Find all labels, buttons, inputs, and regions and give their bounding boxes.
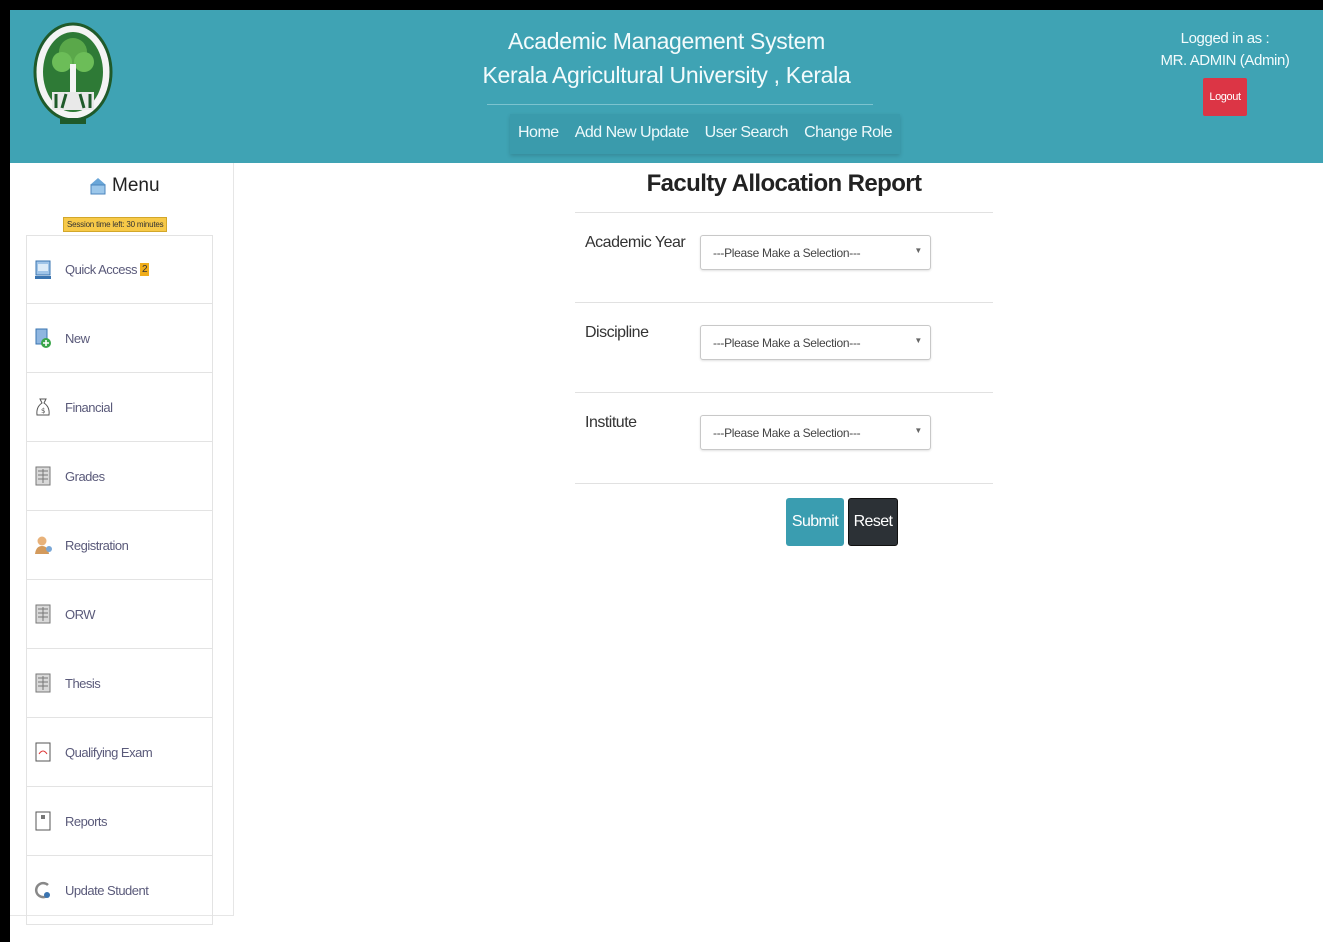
sidebar: Menu Session time left: 30 minutes Quick… — [10, 163, 234, 925]
discipline-select[interactable]: ---Please Make a Selection--- ▼ — [700, 325, 931, 360]
user-name: MR. ADMIN (Admin) — [1160, 52, 1290, 69]
header: Academic Management System Kerala Agricu… — [10, 10, 1323, 163]
sidebar-item-new[interactable]: New — [26, 304, 213, 373]
dropdown-arrow-icon: ▼ — [914, 426, 922, 435]
page-frame: Academic Management System Kerala Agricu… — [10, 10, 1323, 942]
divider — [575, 392, 993, 393]
user-icon — [33, 534, 53, 556]
sidebar-item-label: Reports — [65, 813, 108, 829]
sidebar-item-label: Update Student — [65, 882, 149, 898]
sidebar-menu: Quick Access 2 New $ Financial Grades Re… — [26, 235, 213, 925]
home-icon — [90, 178, 106, 195]
login-panel: Logged in as : MR. ADMIN (Admin) Logout — [1160, 28, 1290, 116]
sidebar-item-thesis[interactable]: Thesis — [26, 649, 213, 718]
top-nav: Home Add New Update User Search Change R… — [510, 114, 900, 154]
sidebar-item-label: New — [65, 330, 90, 346]
reset-button[interactable]: Reset — [848, 498, 898, 546]
sidebar-item-label: Qualifying Exam — [65, 744, 153, 760]
nav-change-role[interactable]: Change Role — [796, 114, 900, 154]
sidebar-item-reports[interactable]: Reports — [26, 787, 213, 856]
institute-value: ---Please Make a Selection--- — [713, 425, 861, 440]
academic-year-select[interactable]: ---Please Make a Selection--- ▼ — [700, 235, 931, 270]
session-timer: Session time left: 30 minutes — [63, 217, 168, 232]
money-bag-icon: $ — [33, 396, 53, 418]
logged-in-label: Logged in as : — [1180, 30, 1270, 47]
refresh-icon — [33, 879, 53, 901]
sidebar-item-label: Registration — [65, 537, 129, 553]
university-title: Kerala Agricultural University , Kerala — [482, 62, 851, 88]
divider — [575, 483, 993, 484]
submit-button[interactable]: Submit — [786, 498, 844, 546]
header-divider — [487, 104, 873, 105]
sidebar-item-registration[interactable]: Registration — [26, 511, 213, 580]
sidebar-item-financial[interactable]: $ Financial — [26, 373, 213, 442]
logout-button[interactable]: Logout — [1203, 78, 1247, 116]
new-document-icon — [33, 327, 53, 349]
sidebar-item-orw[interactable]: ORW — [26, 580, 213, 649]
sidebar-item-update-student[interactable]: Update Student — [26, 856, 213, 925]
divider — [575, 212, 993, 213]
grid-document-icon — [33, 603, 53, 625]
divider — [575, 302, 993, 303]
discipline-value: ---Please Make a Selection--- — [713, 335, 861, 350]
institute-select[interactable]: ---Please Make a Selection--- ▼ — [700, 415, 931, 450]
discipline-label: Discipline — [585, 324, 649, 341]
academic-year-value: ---Please Make a Selection--- — [713, 245, 861, 260]
nav-add-new-update[interactable]: Add New Update — [567, 114, 697, 154]
pdf-document-icon — [33, 741, 53, 763]
svg-text:$: $ — [41, 407, 45, 415]
sidebar-item-grades[interactable]: Grades — [26, 442, 213, 511]
system-title: Academic Management System — [508, 28, 825, 54]
menu-heading: Menu — [88, 175, 160, 197]
sidebar-item-label: Quick Access — [65, 262, 138, 277]
menu-title: Menu — [112, 175, 160, 196]
dropdown-arrow-icon: ▼ — [914, 246, 922, 255]
sidebar-item-label: Thesis — [65, 675, 101, 691]
sidebar-item-label: ORW — [65, 606, 96, 622]
grid-document-icon — [33, 672, 53, 694]
sidebar-item-label: Grades — [65, 468, 105, 484]
dropdown-arrow-icon: ▼ — [914, 336, 922, 345]
sidebar-item-qualifying-exam[interactable]: Qualifying Exam — [26, 718, 213, 787]
report-icon — [33, 810, 53, 832]
sidebar-item-label: Financial — [65, 399, 113, 415]
monitor-icon — [33, 259, 53, 281]
grid-document-icon — [33, 465, 53, 487]
quick-access-badge: 2 — [140, 263, 150, 276]
nav-user-search[interactable]: User Search — [697, 114, 796, 154]
academic-year-label: Academic Year — [585, 234, 686, 251]
institute-label: Institute — [585, 414, 637, 431]
nav-home[interactable]: Home — [510, 114, 567, 154]
page-title: Faculty Allocation Report — [646, 170, 922, 197]
sidebar-item-quick-access[interactable]: Quick Access 2 — [26, 235, 213, 304]
